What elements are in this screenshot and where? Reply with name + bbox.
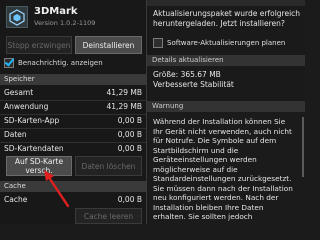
clear-data-button[interactable]: Daten löschen <box>75 156 142 176</box>
storage-label: Gesamt <box>4 88 34 97</box>
3dmark-app-icon <box>6 6 28 28</box>
app-info-panel: 3DMark Version 1.0.2-1109 Stopp erzwinge… <box>0 0 146 224</box>
update-title-bar <box>147 0 305 6</box>
storage-label: SD-Karten-App <box>4 116 60 125</box>
divider <box>0 100 146 101</box>
warning-text: Während der Installation können Sie Ihr … <box>153 117 293 221</box>
divider <box>0 142 146 143</box>
update-stability-note: Verbesserte Stabilität <box>153 80 234 89</box>
cache-value: 0,00 B <box>117 195 142 204</box>
cache-row: Cache 0,00 B <box>4 195 142 206</box>
storage-label: SD-Kartendaten <box>4 144 64 153</box>
cache-section-header: Cache <box>0 181 146 192</box>
app-version: Version 1.0.2-1109 <box>34 19 96 27</box>
show-notifications-checkbox[interactable] <box>4 58 14 68</box>
warning-box[interactable]: Während der Installation können Sie Ihr … <box>147 113 305 224</box>
divider <box>0 128 146 129</box>
storage-section-header: Speicher <box>0 74 146 85</box>
force-stop-button[interactable]: Stopp erzwingen <box>6 36 72 54</box>
storage-label: Anwendung <box>4 102 49 111</box>
warning-section-header: Warnung <box>147 101 305 112</box>
storage-value: 41,29 MB <box>106 88 142 97</box>
schedule-updates-label: Software-Aktualisierungen planen <box>167 39 286 47</box>
show-notifications-label: Benachrichtig. anzeigen <box>18 59 103 67</box>
cache-label: Cache <box>4 195 28 204</box>
update-message: Aktualisierungspaket wurde erfolgreich h… <box>153 9 301 28</box>
storage-label: Daten <box>4 130 27 139</box>
software-update-panel: Aktualisierungspaket wurde erfolgreich h… <box>147 0 305 224</box>
divider <box>0 114 146 115</box>
schedule-updates-checkbox[interactable] <box>153 38 163 48</box>
storage-row-app: Anwendung 41,29 MB <box>4 102 142 113</box>
storage-row-sd-app: SD-Karten-App 0,00 B <box>4 116 142 127</box>
storage-value: 0,00 B <box>117 116 142 125</box>
clear-cache-button[interactable]: Cache leeren <box>75 208 142 224</box>
app-header: 3DMark Version 1.0.2-1109 <box>6 4 146 30</box>
show-notifications-row[interactable]: Benachrichtig. anzeigen <box>4 58 144 70</box>
storage-value: 41,29 MB <box>106 102 142 111</box>
move-to-sd-button[interactable]: Auf SD-Karte versch. <box>6 156 72 176</box>
uninstall-button[interactable]: Deinstallieren <box>75 36 142 54</box>
schedule-updates-row[interactable]: Software-Aktualisierungen planen <box>153 38 303 50</box>
storage-row-data: Daten 0,00 B <box>4 130 142 141</box>
storage-row-sd-data: SD-Kartendaten 0,00 B <box>4 144 142 155</box>
details-section-header: Details aktualisieren <box>147 55 305 66</box>
storage-value: 0,00 B <box>117 144 142 153</box>
app-name: 3DMark <box>34 6 78 17</box>
warning-scrollbar[interactable] <box>302 117 304 177</box>
storage-row-total: Gesamt 41,29 MB <box>4 88 142 99</box>
storage-value: 0,00 B <box>117 130 142 139</box>
update-size: Größe: 365.67 MB <box>153 70 221 79</box>
